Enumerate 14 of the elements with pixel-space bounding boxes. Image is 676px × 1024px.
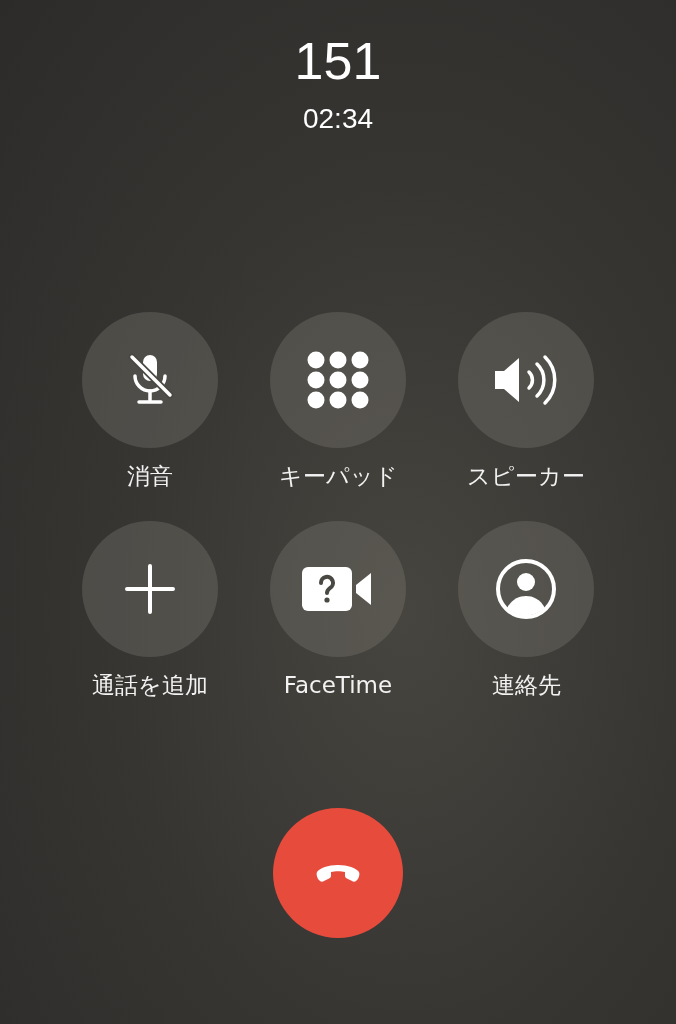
button-label: キーパッド (278, 462, 398, 491)
contact-icon (495, 558, 557, 620)
button-label: 消音 (127, 462, 173, 491)
button-label: スピーカー (467, 462, 585, 491)
hang-up-icon (315, 863, 361, 883)
plus-icon (125, 564, 175, 614)
button-label: 通話を追加 (92, 671, 208, 700)
speaker-icon (493, 354, 559, 406)
button-label: 連絡先 (491, 671, 561, 700)
call-duration: 02:34 (302, 102, 374, 136)
caller-number: 151 (294, 31, 382, 92)
video-camera-icon (302, 565, 374, 613)
button-label: FaceTime (283, 671, 393, 700)
keypad-icon (307, 351, 369, 409)
